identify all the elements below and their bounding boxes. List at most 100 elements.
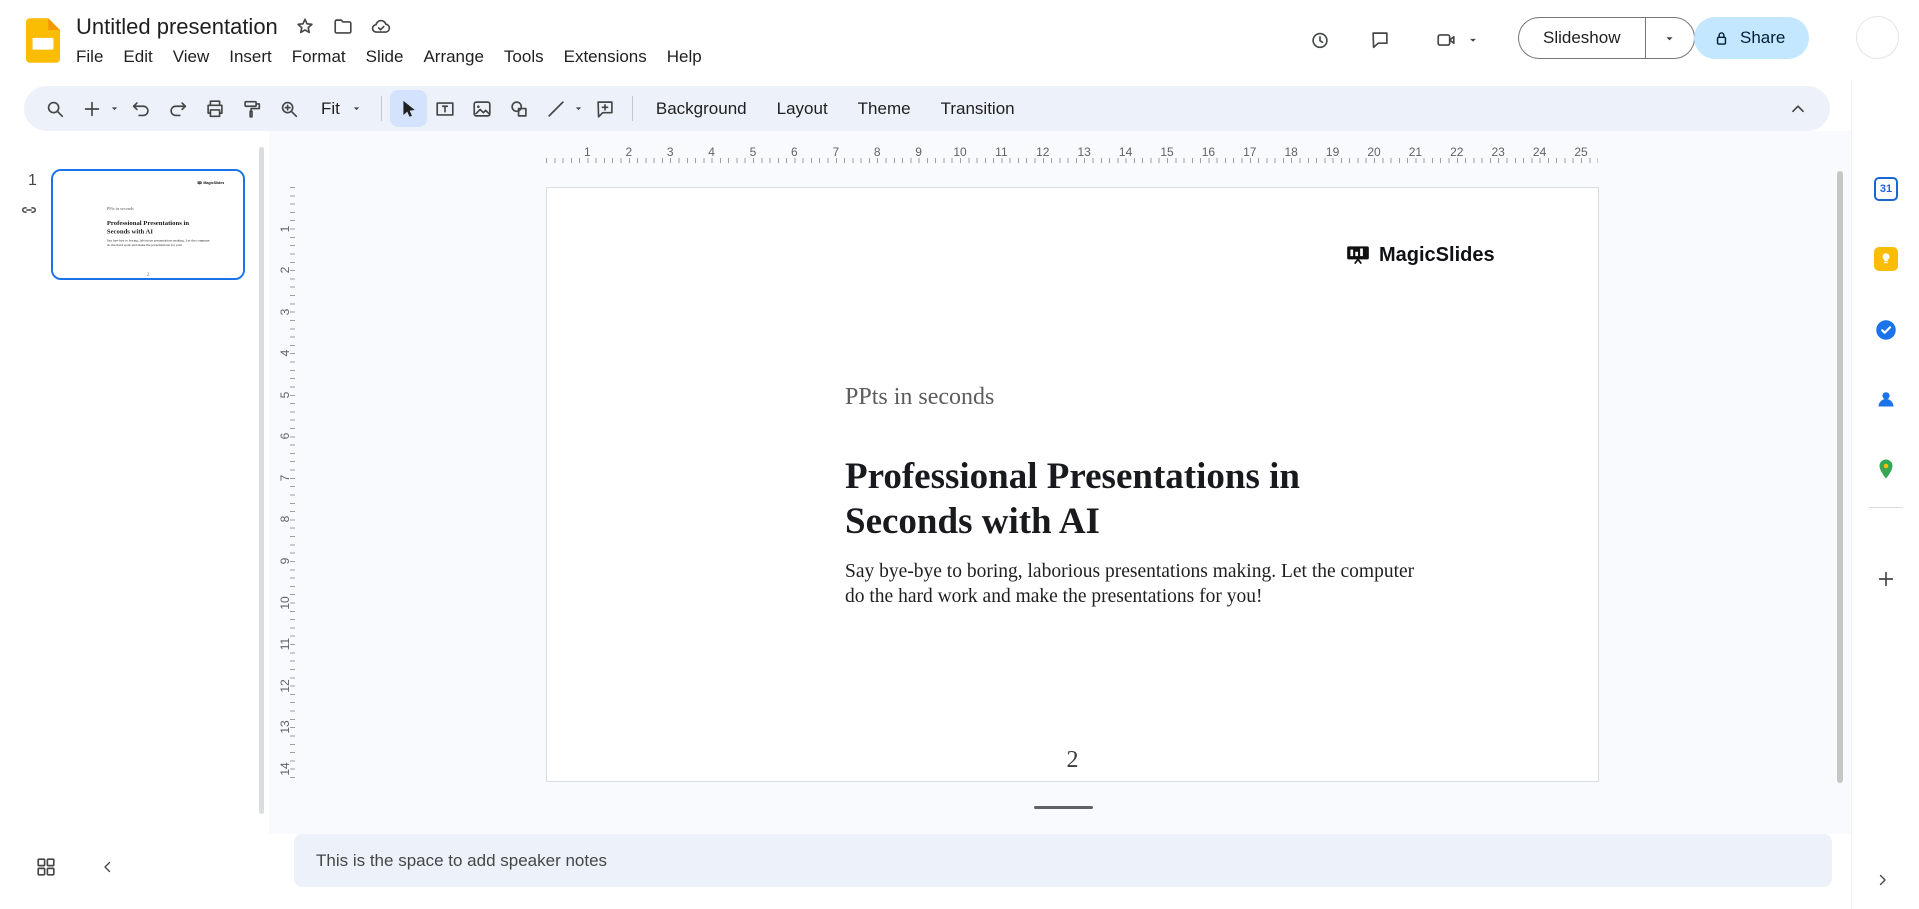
filmstrip-slide-number: 1 bbox=[28, 172, 37, 190]
keep-icon bbox=[1874, 247, 1898, 271]
slideshow-options-button[interactable] bbox=[1645, 17, 1695, 59]
open-side-panel-button[interactable] bbox=[1864, 862, 1900, 898]
menu-tools[interactable]: Tools bbox=[494, 44, 554, 70]
slide-title-text[interactable]: Professional Presentations in Seconds wi… bbox=[845, 454, 1300, 544]
ruler-number: 3 bbox=[667, 145, 674, 159]
slide-editor[interactable]: MagicSlides PPts in seconds Professional… bbox=[546, 187, 1599, 782]
history-icon bbox=[1309, 29, 1331, 51]
slide-page-number[interactable]: 2 bbox=[547, 747, 1598, 774]
keep-panel-button[interactable] bbox=[1873, 246, 1899, 272]
slide-kicker-text[interactable]: PPts in seconds bbox=[845, 384, 994, 411]
ruler-number: 7 bbox=[832, 145, 839, 159]
transition-button[interactable]: Transition bbox=[926, 91, 1030, 127]
caret-down-icon bbox=[350, 102, 363, 115]
background-button[interactable]: Background bbox=[641, 91, 762, 127]
paint-format-button[interactable] bbox=[233, 90, 270, 127]
insert-line-button[interactable] bbox=[538, 90, 575, 127]
calendar-panel-button[interactable]: 31 bbox=[1873, 176, 1899, 202]
version-history-button[interactable] bbox=[1300, 20, 1340, 60]
ruler-number: 14 bbox=[278, 762, 292, 775]
print-button[interactable] bbox=[196, 90, 233, 127]
slide-body-line1: Say bye-bye to boring, laborious present… bbox=[845, 559, 1414, 584]
slide-body-line2: do the hard work and make the presentati… bbox=[845, 584, 1414, 609]
collapse-filmstrip-button[interactable] bbox=[90, 849, 126, 885]
undo-button[interactable] bbox=[122, 90, 159, 127]
slide-title-line2: Seconds with AI bbox=[845, 499, 1300, 544]
canvas-scrollbar[interactable] bbox=[1837, 171, 1843, 783]
notes-resize-handle[interactable] bbox=[1034, 806, 1093, 809]
slide-body-text[interactable]: Say bye-bye to boring, laborious present… bbox=[845, 559, 1414, 609]
ruler-number: 11 bbox=[278, 638, 292, 650]
layout-button[interactable]: Layout bbox=[762, 91, 843, 127]
ruler-number: 2 bbox=[625, 145, 632, 159]
filmstrip-scrollbar[interactable] bbox=[259, 147, 264, 814]
text-box-button[interactable] bbox=[427, 90, 464, 127]
menu-extensions[interactable]: Extensions bbox=[554, 44, 657, 70]
redo-button[interactable] bbox=[159, 90, 196, 127]
join-call-button[interactable] bbox=[1426, 20, 1466, 60]
thumb-kicker: PPts in seconds bbox=[107, 206, 134, 211]
theme-button[interactable]: Theme bbox=[843, 91, 926, 127]
menu-insert[interactable]: Insert bbox=[219, 44, 282, 70]
slideshow-button[interactable]: Slideshow bbox=[1518, 17, 1645, 59]
menu-edit[interactable]: Edit bbox=[113, 44, 162, 70]
contacts-icon bbox=[1874, 387, 1898, 411]
slide-canvas: MagicSlides PPts in seconds Professional… bbox=[547, 188, 1598, 781]
tasks-panel-button[interactable] bbox=[1873, 317, 1899, 343]
ruler-number: 5 bbox=[750, 145, 757, 159]
insert-comment-button[interactable] bbox=[587, 90, 624, 127]
hide-menus-button[interactable] bbox=[1779, 90, 1816, 127]
menu-view[interactable]: View bbox=[163, 44, 220, 70]
line-dropdown[interactable] bbox=[571, 90, 587, 127]
ruler-number: 10 bbox=[953, 145, 966, 159]
app-header: Untitled presentation File Edit View Ins… bbox=[0, 0, 1919, 80]
account-avatar[interactable] bbox=[1856, 16, 1899, 59]
slide-brand-logo[interactable]: MagicSlides bbox=[1345, 242, 1495, 268]
ruler-number: 18 bbox=[1285, 145, 1298, 159]
zoom-button[interactable] bbox=[270, 90, 307, 127]
grid-view-button[interactable] bbox=[28, 849, 64, 885]
comments-button[interactable] bbox=[1360, 20, 1400, 60]
slides-logo-icon[interactable] bbox=[26, 18, 60, 63]
line-icon bbox=[545, 98, 567, 120]
insert-image-button[interactable] bbox=[464, 90, 501, 127]
join-call-dropdown[interactable] bbox=[1462, 20, 1484, 60]
main-toolbar: Fit Background Layout Theme Transition bbox=[24, 86, 1830, 131]
search-menus-button[interactable] bbox=[36, 90, 73, 127]
ruler-number: 13 bbox=[278, 720, 292, 733]
maps-panel-button[interactable] bbox=[1873, 456, 1899, 482]
menu-help[interactable]: Help bbox=[657, 44, 712, 70]
get-addons-button[interactable] bbox=[1873, 566, 1899, 592]
select-tool-button[interactable] bbox=[390, 90, 427, 127]
ruler-number: 22 bbox=[1450, 145, 1463, 159]
slide-thumbnail-1[interactable]: MagicSlides PPts in seconds Professional… bbox=[51, 169, 245, 280]
ruler-number: 19 bbox=[1326, 145, 1339, 159]
plus-icon bbox=[1875, 568, 1897, 590]
menu-arrange[interactable]: Arrange bbox=[413, 44, 493, 70]
menu-slide[interactable]: Slide bbox=[356, 44, 414, 70]
star-icon[interactable] bbox=[294, 16, 316, 38]
speaker-notes-input[interactable]: This is the space to add speaker notes bbox=[294, 834, 1832, 887]
ruler-number: 5 bbox=[278, 391, 292, 398]
contacts-panel-button[interactable] bbox=[1873, 386, 1899, 412]
insert-shape-button[interactable] bbox=[501, 90, 538, 127]
menu-format[interactable]: Format bbox=[282, 44, 356, 70]
document-title-row: Untitled presentation bbox=[76, 12, 392, 42]
new-slide-button[interactable] bbox=[73, 90, 110, 127]
comment-icon bbox=[1369, 29, 1391, 51]
ruler-number: 9 bbox=[278, 558, 292, 565]
menu-bar: File Edit View Insert Format Slide Arran… bbox=[66, 44, 712, 70]
redo-icon bbox=[167, 98, 189, 120]
zoom-fit-select[interactable]: Fit bbox=[307, 90, 373, 127]
ruler-number: 25 bbox=[1574, 145, 1587, 159]
move-folder-icon[interactable] bbox=[332, 16, 354, 38]
app-window: Untitled presentation File Edit View Ins… bbox=[0, 0, 1919, 909]
menu-file[interactable]: File bbox=[66, 44, 113, 70]
cloud-saved-icon[interactable] bbox=[370, 16, 392, 38]
new-slide-dropdown[interactable] bbox=[106, 90, 122, 127]
zoom-in-icon bbox=[278, 98, 300, 120]
document-title[interactable]: Untitled presentation bbox=[76, 14, 278, 40]
share-button[interactable]: Share bbox=[1694, 17, 1809, 59]
ruler-number: 6 bbox=[791, 145, 798, 159]
text-box-icon bbox=[434, 98, 456, 120]
